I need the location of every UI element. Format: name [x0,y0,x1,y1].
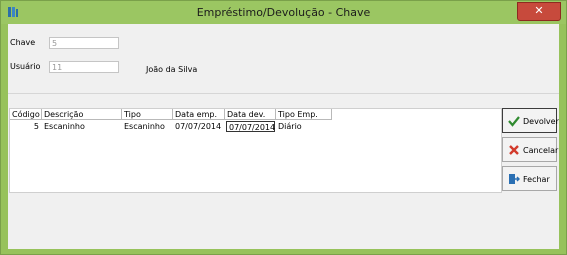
chave-input[interactable]: 5 [49,37,119,49]
col-header-data-dev[interactable]: Data dev. [225,109,276,120]
cell-tipo-emp: Diário [278,122,302,131]
cell-data-dev[interactable]: 07/07/2014 [226,121,275,132]
cell-descricao: Escaninho [44,122,85,131]
checkmark-icon [508,116,520,127]
cell-data-emp: 07/07/2014 [175,122,222,131]
cancelar-label: Cancelar [523,146,559,155]
devolver-label: Devolver [523,117,559,126]
close-window-button[interactable]: ✕ [517,2,561,21]
exit-door-icon [509,174,520,184]
col-header-data-emp[interactable]: Data emp. [173,109,225,120]
loans-table[interactable]: Código Descrição Tipo Data emp. Data dev… [9,108,502,193]
col-header-descricao[interactable]: Descrição [42,109,122,120]
devolver-button[interactable]: Devolver [502,108,559,133]
title-bar[interactable]: Empréstimo/Devolução - Chave ✕ [1,1,566,24]
window-title: Empréstimo/Devolução - Chave [196,6,371,19]
dialog-body: Chave 5 Usuário 11 João da Silva Código … [8,24,559,249]
fechar-label: Fechar [523,175,550,184]
dialog-window: Empréstimo/Devolução - Chave ✕ Chave 5 U… [0,0,567,255]
cell-tipo: Escaninho [124,122,165,131]
fechar-button[interactable]: Fechar [502,166,557,191]
col-header-codigo[interactable]: Código [10,109,42,120]
cancelar-button[interactable]: Cancelar [502,137,559,162]
chave-label: Chave [10,38,36,47]
usuario-input[interactable]: 11 [49,61,119,73]
usuario-name-text: João da Silva [146,65,198,74]
col-header-tipo-emp[interactable]: Tipo Emp. [276,109,332,120]
cancel-x-icon [509,145,519,155]
col-header-tipo[interactable]: Tipo [122,109,173,120]
usuario-label: Usuário [10,62,41,71]
section-divider [8,93,559,94]
cell-codigo: 5 [33,122,39,131]
